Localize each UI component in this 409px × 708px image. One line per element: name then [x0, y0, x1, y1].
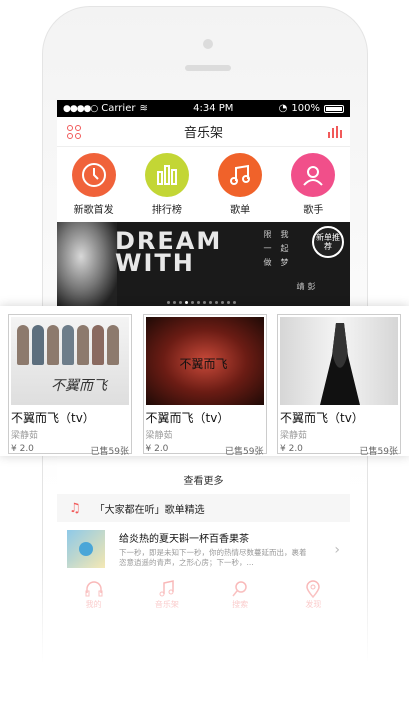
album-artist: 梁静茹: [280, 431, 308, 441]
section-header: ♫ 「大家都在听」歌单精选: [57, 494, 350, 522]
music-note-icon: ♫: [69, 500, 81, 516]
album-artist: 梁静茹: [145, 431, 173, 441]
page-title: 音乐架: [183, 126, 223, 141]
carrier-label: Carrier: [101, 103, 136, 114]
album-artist: 梁静茹: [11, 431, 39, 441]
tab-search[interactable]: 搜索: [215, 579, 265, 610]
status-bar: ●●●●○ Carrier ≋ 4:34 PM ◔ 100%: [57, 100, 350, 117]
speaker-grille: [185, 65, 231, 71]
playlist-desc: 下一秒，即是未知下一秒，你的热情尽数蔓延而出，裹着恣意逍遥的青声，之形心房；下一…: [119, 548, 307, 567]
lock-rotation-icon: ◔: [278, 103, 288, 114]
equalizer-icon[interactable]: [328, 126, 342, 138]
page: ●●●●○ Carrier ≋ 4:34 PM ◔ 100% 音乐架 新歌首发 …: [0, 0, 409, 708]
album-card[interactable]: 不翼而飞（tv） 梁静茹 ¥ 2.0 已售59张: [277, 314, 401, 457]
battery-icon: [323, 104, 344, 113]
banner-text: 我起梦: [280, 230, 289, 272]
artist-photo: [320, 323, 360, 405]
quick-entries: 新歌首发 排行榜 歌单 歌手: [57, 147, 350, 220]
search-icon: [232, 580, 247, 596]
quick-label: 歌手: [303, 205, 324, 216]
album-card[interactable]: 不翼而飞 不翼而飞（tv） 梁静茹 ¥ 2.0 已售59张: [142, 314, 267, 457]
album-price: ¥ 2.0: [11, 444, 34, 454]
tab-mine[interactable]: 我的: [69, 579, 119, 610]
banner-text: 限一做: [263, 230, 272, 272]
album-cover: [280, 317, 398, 405]
tab-music-shelf[interactable]: 音乐架: [142, 579, 192, 610]
headphones-icon: [85, 580, 103, 596]
wifi-icon: ≋: [139, 103, 148, 114]
playlist-item[interactable]: 给炎热的夏天斟一杯百香果茶 下一秒，即是未知下一秒，你的热情尽数蔓延而出，裹着恣…: [57, 526, 350, 572]
quick-label: 新歌首发: [73, 205, 114, 216]
cover-text: 不翼而飞: [179, 357, 228, 371]
chart-bars-icon: [144, 153, 189, 197]
chevron-right-icon: ›: [334, 542, 340, 558]
see-more-link[interactable]: 查看更多: [57, 472, 350, 487]
tab-label: 我的: [85, 599, 102, 609]
tab-label: 音乐架: [154, 599, 179, 609]
music-note-icon: [159, 579, 174, 596]
camera-icon: [203, 39, 213, 49]
album-cover: 不翼而飞: [145, 317, 264, 405]
quick-playlists[interactable]: 歌单: [210, 153, 270, 216]
tab-label: 搜索: [232, 599, 249, 609]
clock-label: 4:34 PM: [193, 103, 234, 114]
promo-banner[interactable]: DREAM WITH 限一做 我起梦 彭靖 新单推荐: [57, 222, 350, 308]
cover-text: 不翼而飞: [51, 378, 107, 394]
album-carousel: 不翼而飞 不翼而飞（tv） 梁静茹 ¥ 2.0 已售59张 不翼而飞 不翼而飞（…: [0, 306, 409, 457]
location-pin-icon: [306, 579, 321, 598]
section-title: 「大家都在听」歌单精选: [94, 504, 205, 516]
album-title: 不翼而飞（tv）: [11, 411, 95, 425]
nav-bar: 音乐架: [57, 117, 350, 147]
album-sold: 已售59张: [90, 447, 129, 457]
battery-label: 100%: [291, 103, 320, 114]
signal-icon: ●●●●○: [63, 103, 98, 114]
album-cover: 不翼而飞: [11, 317, 129, 405]
quick-label: 排行榜: [151, 205, 182, 216]
quick-charts[interactable]: 排行榜: [137, 153, 197, 216]
new-single-badge: 新单推荐: [312, 226, 344, 258]
quick-new-songs[interactable]: 新歌首发: [64, 153, 124, 216]
album-price: ¥ 2.0: [145, 444, 169, 454]
tab-label: 发现: [305, 599, 322, 609]
playlist-thumbnail: [67, 530, 105, 568]
quick-label: 歌单: [230, 205, 251, 216]
playlist-title: 给炎热的夏天斟一杯百香果茶: [119, 534, 249, 545]
banner-headline: DREAM WITH: [115, 227, 223, 277]
music-note-icon: [218, 153, 263, 197]
clock-icon: [71, 153, 116, 197]
tab-bar: 我的 音乐架 搜索 发现: [57, 574, 350, 614]
album-sold: 已售59张: [359, 447, 398, 457]
album-sold: 已售59张: [225, 447, 264, 457]
album-card[interactable]: 不翼而飞 不翼而飞（tv） 梁静茹 ¥ 2.0 已售59张: [8, 314, 132, 457]
banner-text: 彭靖: [296, 282, 316, 296]
banner-pager: [167, 301, 236, 304]
grid-menu-icon[interactable]: [67, 125, 81, 139]
user-icon: [291, 153, 336, 197]
album-title: 不翼而飞（tv）: [145, 411, 230, 425]
quick-artists[interactable]: 歌手: [283, 153, 343, 216]
album-title: 不翼而飞（tv）: [280, 411, 364, 425]
tab-discover[interactable]: 发现: [288, 579, 338, 610]
album-price: ¥ 2.0: [280, 444, 303, 454]
banner-photo: [57, 222, 117, 308]
